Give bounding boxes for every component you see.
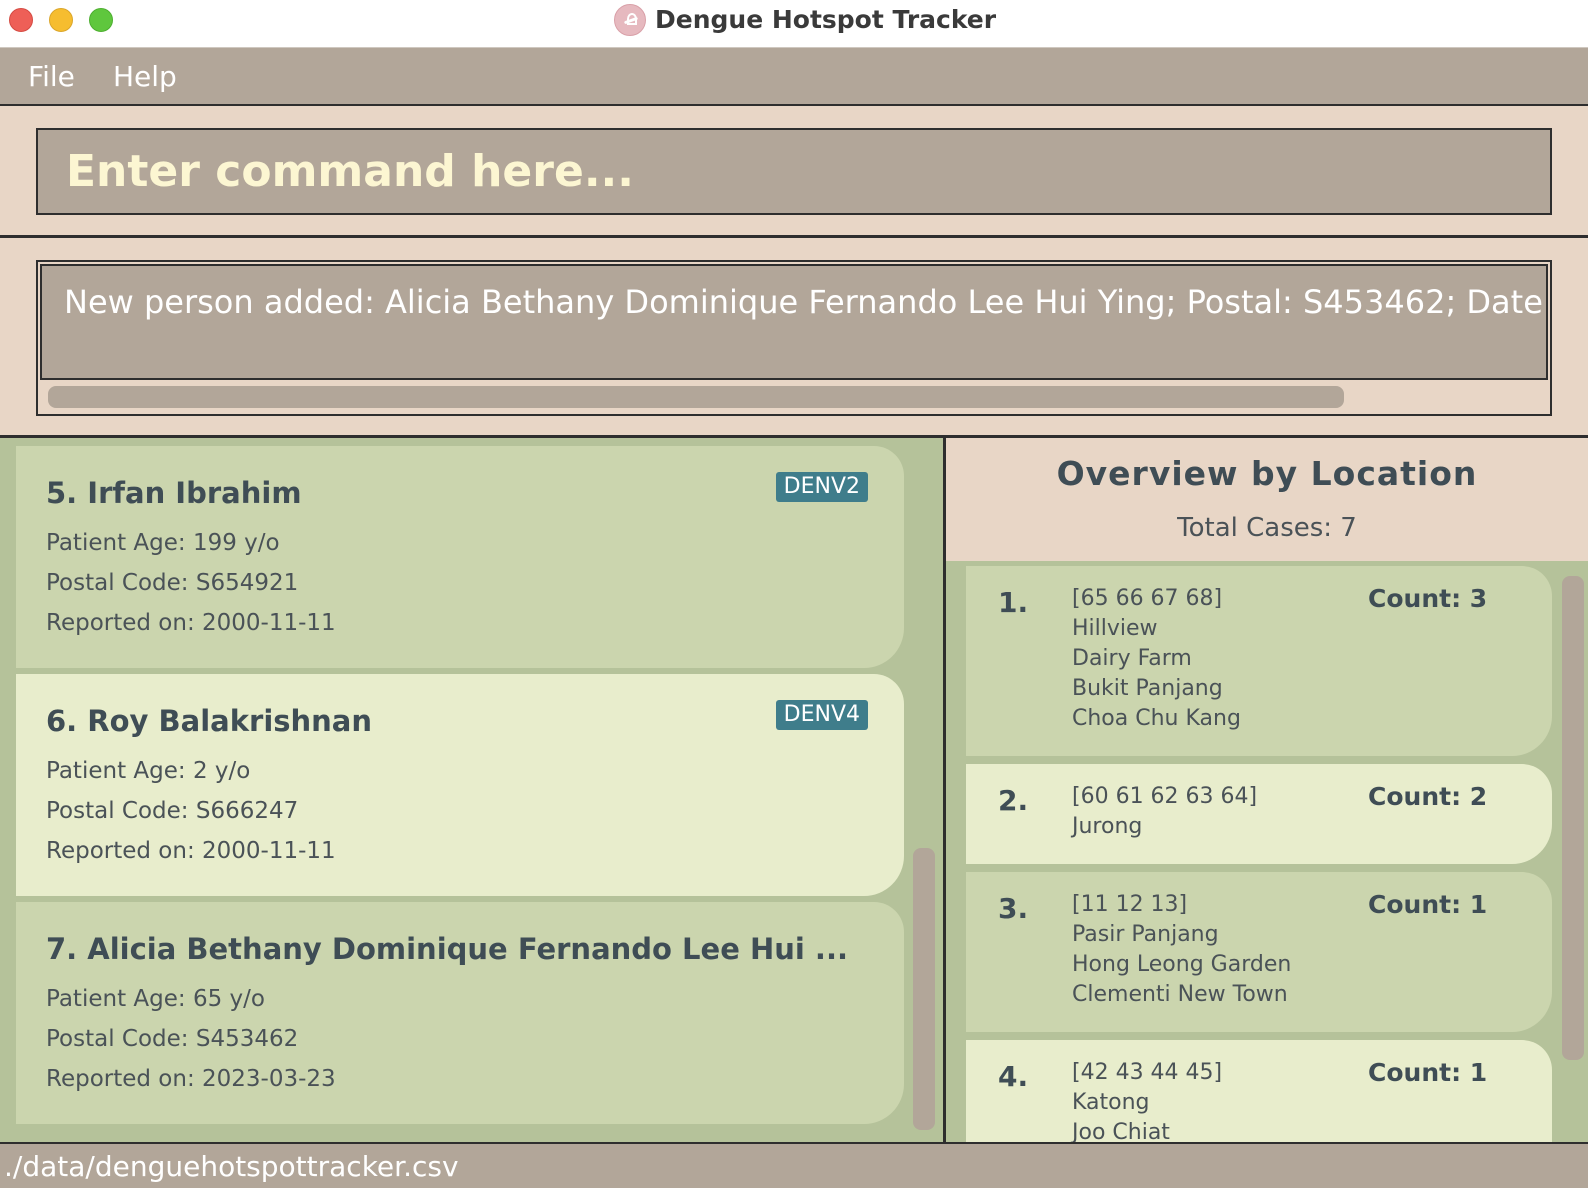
location-card[interactable]: 4. [42 43 44 45] Katong Joo Chiat Count:… bbox=[966, 1040, 1552, 1142]
command-input[interactable] bbox=[36, 128, 1552, 215]
location-codes: [11 12 13] bbox=[1072, 892, 1188, 917]
total-cases: Total Cases: 7 bbox=[1177, 513, 1357, 543]
person-postal: Postal Code: S453462 bbox=[46, 1026, 299, 1052]
person-date: Reported on: 2000-11-11 bbox=[46, 610, 336, 636]
person-postal: Postal Code: S654921 bbox=[46, 570, 299, 596]
location-area: Clementi New Town bbox=[1072, 982, 1288, 1007]
overview-title: Overview by Location bbox=[1056, 454, 1478, 493]
location-count: Count: 1 bbox=[1368, 890, 1488, 919]
location-areas: Jurong bbox=[1072, 812, 1142, 842]
person-date: Reported on: 2023-03-23 bbox=[46, 1066, 336, 1092]
person-card[interactable]: 7. Alicia Bethany Dominique Fernando Lee… bbox=[16, 902, 904, 1124]
location-card[interactable]: 1. [65 66 67 68] Hillview Dairy Farm Buk… bbox=[966, 566, 1552, 756]
overview-header: Overview by Location Total Cases: 7 bbox=[946, 438, 1588, 561]
person-list-scrollbar[interactable] bbox=[913, 848, 935, 1130]
location-count: Count: 3 bbox=[1368, 584, 1488, 613]
location-area: Pasir Panjang bbox=[1072, 922, 1219, 947]
status-bar: ./data/denguehotspottracker.csv bbox=[0, 1142, 1588, 1188]
location-card[interactable]: 2. [60 61 62 63 64] Jurong Count: 2 bbox=[966, 764, 1552, 864]
location-area: Hillview bbox=[1072, 616, 1158, 641]
person-age: Patient Age: 199 y/o bbox=[46, 530, 280, 556]
close-window-button[interactable] bbox=[9, 8, 33, 32]
overview-scrollbar[interactable] bbox=[1562, 576, 1584, 1060]
person-name: 7. Alicia Bethany Dominique Fernando Lee… bbox=[46, 932, 848, 966]
person-age: Patient Age: 2 y/o bbox=[46, 758, 251, 784]
overview-panel: Overview by Location Total Cases: 7 1. [… bbox=[946, 438, 1588, 1142]
data-file-path: ./data/denguehotspottracker.csv bbox=[4, 1150, 459, 1183]
location-rank: 1. bbox=[998, 586, 1029, 619]
person-card[interactable]: 5. Irfan Ibrahim DENV2 Patient Age: 199 … bbox=[16, 446, 904, 668]
result-text: New person added: Alicia Bethany Dominiq… bbox=[64, 283, 1548, 321]
location-codes: [60 61 62 63 64] bbox=[1072, 784, 1258, 809]
location-area: Joo Chiat bbox=[1072, 1120, 1170, 1142]
result-display-area: New person added: Alicia Bethany Dominiq… bbox=[0, 238, 1588, 438]
location-area: Bukit Panjang bbox=[1072, 676, 1223, 701]
person-age: Patient Age: 65 y/o bbox=[46, 986, 265, 1012]
serotype-tag: DENV2 bbox=[775, 472, 868, 502]
menu-bar: File Help bbox=[0, 48, 1588, 106]
menu-help[interactable]: Help bbox=[113, 60, 177, 94]
person-list-panel: 5. Irfan Ibrahim DENV2 Patient Age: 199 … bbox=[0, 438, 943, 1142]
result-text-box: New person added: Alicia Bethany Dominiq… bbox=[40, 264, 1548, 380]
menu-file[interactable]: File bbox=[28, 60, 75, 94]
title-bar: Dengue Hotspot Tracker bbox=[0, 0, 1588, 48]
location-card[interactable]: 3. [11 12 13] Pasir Panjang Hong Leong G… bbox=[966, 872, 1552, 1032]
location-area: Choa Chu Kang bbox=[1072, 706, 1241, 731]
maximize-window-button[interactable] bbox=[89, 8, 113, 32]
location-areas: Hillview Dairy Farm Bukit Panjang Choa C… bbox=[1072, 614, 1241, 734]
person-card[interactable]: 6. Roy Balakrishnan DENV4 Patient Age: 2… bbox=[16, 674, 904, 896]
location-count: Count: 2 bbox=[1368, 782, 1488, 811]
location-rank: 2. bbox=[998, 784, 1029, 817]
location-area: Jurong bbox=[1072, 814, 1143, 839]
serotype-tag: DENV4 bbox=[775, 700, 868, 730]
location-count: Count: 1 bbox=[1368, 1058, 1488, 1087]
result-display: New person added: Alicia Bethany Dominiq… bbox=[36, 260, 1552, 416]
person-name: 6. Roy Balakrishnan bbox=[46, 704, 373, 738]
mosquito-icon bbox=[614, 4, 646, 36]
location-codes: [42 43 44 45] bbox=[1072, 1060, 1223, 1085]
location-rank: 3. bbox=[998, 892, 1029, 925]
window-title: Dengue Hotspot Tracker bbox=[655, 5, 997, 34]
person-name: 5. Irfan Ibrahim bbox=[46, 476, 302, 510]
location-area: Dairy Farm bbox=[1072, 646, 1192, 671]
location-area: Hong Leong Garden bbox=[1072, 952, 1292, 977]
location-area: Katong bbox=[1072, 1090, 1150, 1115]
location-rank: 4. bbox=[998, 1060, 1029, 1093]
location-areas: Pasir Panjang Hong Leong Garden Clementi… bbox=[1072, 920, 1291, 1010]
command-box-area bbox=[0, 106, 1588, 238]
result-horizontal-scrollbar[interactable] bbox=[48, 386, 1344, 408]
person-date: Reported on: 2000-11-11 bbox=[46, 838, 336, 864]
location-areas: Katong Joo Chiat bbox=[1072, 1088, 1170, 1142]
person-postal: Postal Code: S666247 bbox=[46, 798, 299, 824]
minimize-window-button[interactable] bbox=[49, 8, 73, 32]
location-codes: [65 66 67 68] bbox=[1072, 586, 1223, 611]
